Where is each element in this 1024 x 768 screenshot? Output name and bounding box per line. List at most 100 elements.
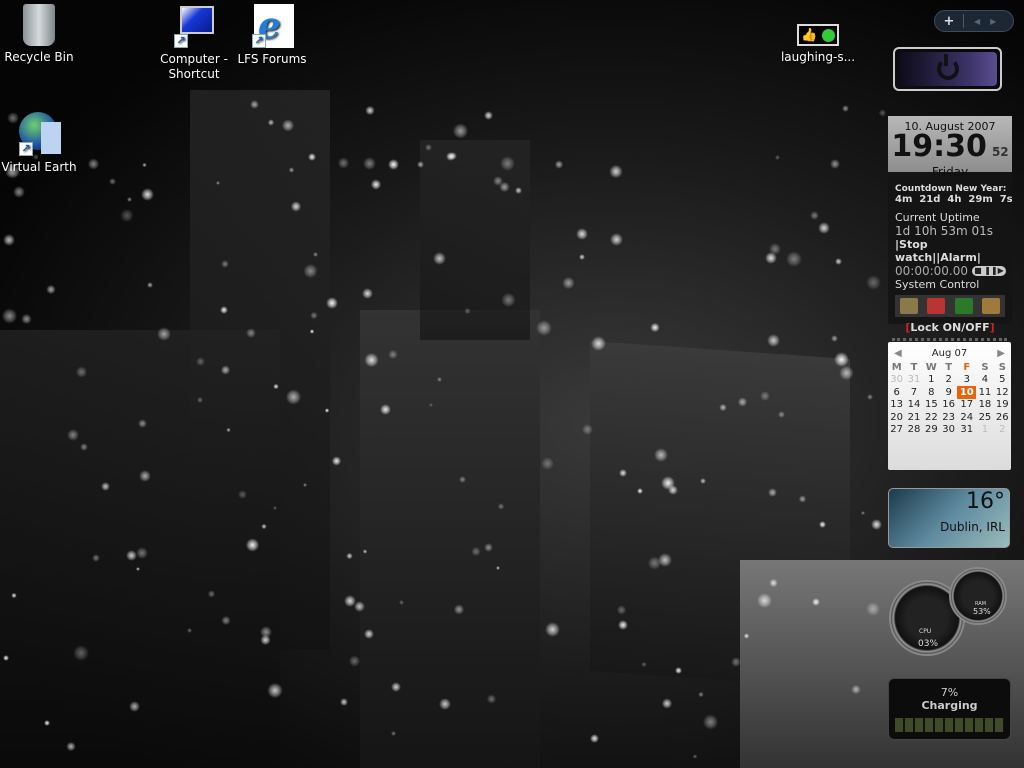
calendar-day[interactable]: 17 (957, 399, 976, 412)
city-light (743, 633, 750, 639)
calendar-day[interactable]: 25 (976, 411, 993, 424)
city-light (142, 162, 147, 168)
calendar-day[interactable]: 14 (905, 399, 922, 412)
time: 19:30 (891, 129, 987, 164)
internet-explorer-icon: e ↗ (250, 4, 294, 48)
city-light (135, 566, 141, 571)
add-gadget-button[interactable]: + (935, 14, 963, 29)
city-light (459, 475, 467, 483)
previous-page-button[interactable]: ◀ (974, 17, 980, 26)
power-gadget[interactable] (893, 47, 1002, 91)
city-light (245, 538, 259, 552)
calendar-day[interactable]: 2 (940, 374, 957, 387)
calendar-day[interactable]: 19 (994, 399, 1011, 412)
city-light (576, 228, 588, 240)
power-icon (936, 54, 959, 80)
calendar-day[interactable]: 15 (923, 399, 940, 412)
stopwatch-alarm-links[interactable]: |Stop watch||Alarm| (895, 238, 1012, 264)
city-light (536, 320, 552, 336)
city-light (370, 179, 382, 190)
city-light (361, 287, 373, 299)
calendar-day[interactable]: 9 (940, 386, 957, 399)
calendar-day[interactable]: 28 (905, 424, 922, 437)
city-light (786, 251, 802, 267)
calendar-day[interactable]: 7 (905, 386, 922, 399)
sidebar-controls: + ◀ ▶ (934, 10, 1014, 32)
city-light (147, 281, 154, 288)
desktop-icon-computer[interactable]: ↗ Computer - Shortcut (152, 4, 236, 82)
weekday: Friday (931, 165, 969, 179)
countdown-value: 4m 21d 4h 29m 7s (895, 194, 1013, 205)
calendar-day[interactable]: 4 (976, 374, 993, 387)
city-light (698, 691, 704, 698)
desktop-icon-lfs-forums[interactable]: e ↗ LFS Forums (230, 4, 314, 67)
calendar-day[interactable]: 1 (923, 374, 940, 387)
city-light (674, 666, 682, 674)
city-light (737, 397, 748, 407)
city-light (648, 556, 662, 570)
city-light (215, 180, 221, 185)
calendar-day[interactable]: 11 (976, 386, 993, 399)
calendar-day[interactable]: 29 (923, 424, 940, 437)
city-light (92, 553, 101, 562)
calendar-day[interactable]: 21 (905, 411, 922, 424)
calendar-day[interactable]: 1 (976, 424, 993, 437)
city-light (338, 157, 350, 169)
calendar-day[interactable]: 30 (940, 424, 957, 437)
city-light (259, 634, 271, 646)
calendar-day[interactable]: 10 (957, 386, 977, 399)
city-light (312, 252, 318, 257)
calendar-day[interactable]: 30 (888, 374, 905, 387)
restart-button[interactable] (954, 298, 973, 314)
calendar-day[interactable]: 16 (940, 399, 957, 412)
battery-percent: 7% (940, 686, 959, 699)
recycle-bin-icon (23, 4, 55, 46)
desktop-icon-laughing-smiley[interactable]: 👍 laughing-s... (776, 24, 860, 65)
calendar-day[interactable]: 6 (888, 386, 905, 399)
city-light (288, 167, 295, 173)
city-light (348, 655, 361, 667)
calendar-day[interactable]: 26 (994, 411, 1011, 424)
shutdown-button[interactable] (927, 298, 946, 314)
city-light (486, 694, 497, 704)
desktop-icon-virtual-earth[interactable]: ↗ Virtual Earth (0, 112, 81, 175)
city-light (878, 109, 887, 117)
previous-month-button[interactable]: ◀ (894, 348, 902, 359)
calendar-day[interactable]: 13 (888, 399, 905, 412)
city-light (364, 105, 375, 116)
calendar-day[interactable]: 5 (994, 374, 1011, 387)
lock-key-button[interactable] (982, 298, 1001, 314)
calendar-grid: M T W T F S S 30 31 1 2 3 4 5 6 7 8 9 10 11 12 13 14 15 16 17 18 19… (888, 361, 1011, 436)
calendar-day[interactable]: 3 (957, 374, 976, 387)
calendar-day[interactable]: 20 (888, 411, 905, 424)
calendar-day[interactable]: 31 (957, 424, 976, 437)
stopwatch-controls[interactable]: ■ ❚❚▶ (971, 266, 1006, 276)
city-light (851, 684, 861, 695)
calendar-day[interactable]: 27 (888, 424, 905, 437)
city-light (616, 605, 626, 615)
city-light (156, 327, 171, 342)
calendar-day[interactable]: 8 (923, 386, 940, 399)
weather-gadget[interactable]: 16° Dublin, IRL (888, 488, 1010, 548)
calendar-day[interactable]: 12 (994, 386, 1011, 399)
calendar-day[interactable]: 2 (994, 424, 1011, 437)
city-light (387, 349, 398, 360)
city-light (302, 482, 308, 487)
city-light (650, 322, 660, 333)
next-month-button[interactable]: ▶ (997, 348, 1005, 359)
smiley-image-icon: 👍 (797, 24, 839, 46)
desktop-icon-recycle-bin[interactable]: Recycle Bin (0, 4, 81, 65)
city-light (75, 366, 88, 378)
calendar-day[interactable]: 18 (976, 399, 993, 412)
logoff-button[interactable] (899, 298, 918, 314)
next-page-button[interactable]: ▶ (990, 17, 996, 26)
seconds: 52 (991, 145, 1009, 159)
city-light (661, 698, 673, 710)
city-light (140, 188, 154, 201)
lock-toggle[interactable]: Lock ON/OFF (910, 321, 989, 334)
wallpaper (0, 0, 1024, 768)
calendar-day[interactable]: 31 (905, 374, 922, 387)
calendar-day[interactable]: 23 (940, 411, 957, 424)
calendar-day[interactable]: 24 (957, 411, 976, 424)
calendar-day[interactable]: 22 (923, 411, 940, 424)
